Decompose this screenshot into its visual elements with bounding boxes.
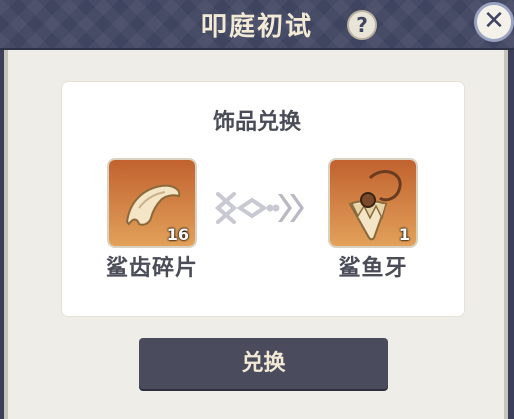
target-item-name: 鲨鱼牙 [338, 256, 408, 281]
exchange-arrow-icon [214, 192, 304, 224]
exchange-button[interactable]: 兑换 [139, 338, 388, 389]
dialog-title: 叩庭初试 [200, 12, 313, 42]
source-item-count: 16 [166, 225, 189, 244]
close-icon: ✕ [483, 6, 505, 36]
close-button[interactable]: ✕ [474, 2, 514, 42]
target-item-slot[interactable]: 1 [330, 160, 416, 246]
source-item-slot[interactable]: 16 [109, 160, 195, 246]
source-item-name: 鲨齿碎片 [105, 256, 198, 281]
exchange-heading: 饰品兑换 [212, 110, 301, 135]
target-item-count: 1 [398, 225, 410, 244]
help-button[interactable]: ? [347, 10, 377, 40]
